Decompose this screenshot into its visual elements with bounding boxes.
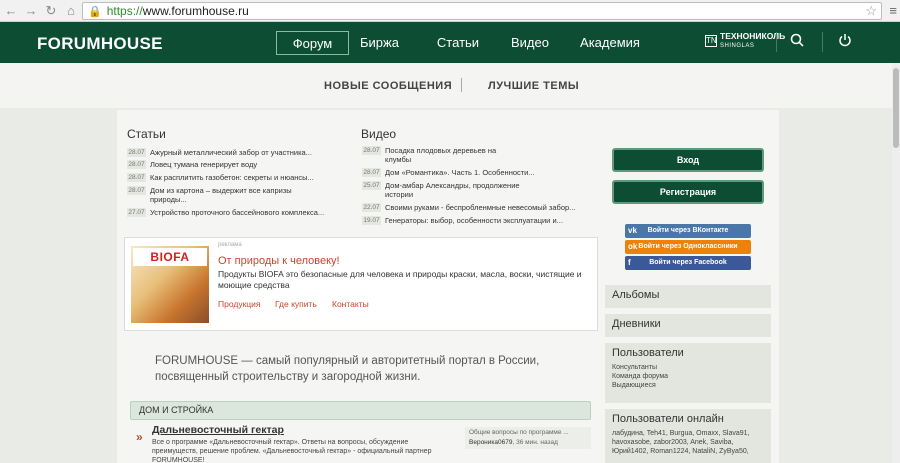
power-icon[interactable]	[838, 33, 852, 50]
register-button[interactable]: Регистрация	[612, 180, 764, 204]
forum-description: Все о программе «Дальневосточный гектар»…	[152, 439, 432, 463]
sidebar-albums[interactable]: Альбомы	[605, 285, 771, 308]
forum-arrow-icon: »	[136, 430, 143, 444]
video-item[interactable]: 28.07 Посадка плодовых деревьев на клумбы	[362, 146, 512, 164]
article-item[interactable]: 27.07 Устройство проточного бассейнового …	[127, 208, 352, 217]
video-item[interactable]: 22.07 Своими руками - беспробленмные неве…	[362, 203, 577, 212]
best-topics-link[interactable]: ЛУЧШИЕ ТЕМЫ	[488, 80, 579, 92]
online-title: Пользователи онлайн	[612, 413, 724, 425]
forum-title[interactable]: Дальневосточный гектар	[152, 424, 284, 436]
article-item[interactable]: 28.07 Как расплитить газобетон: секреты и…	[127, 173, 337, 182]
sidebar-users: Пользователи Консультанты Команда форума…	[605, 343, 771, 403]
lock-icon: 🔒	[88, 5, 102, 18]
home-icon[interactable]: ⌂	[62, 2, 80, 20]
nav-video[interactable]: Видео	[506, 31, 554, 55]
scrollbar-thumb[interactable]	[893, 68, 899, 148]
url-scheme: https://	[106, 4, 143, 18]
biofa-logo: BIOFA	[133, 248, 207, 266]
back-icon[interactable]: ←	[2, 2, 20, 20]
article-item[interactable]: 28.07 Ажурный металлический забор от учас…	[127, 148, 337, 157]
sidebar-diaries[interactable]: Дневники	[605, 314, 771, 337]
portal-intro: FORUMHOUSE — самый популярный и авторите…	[155, 355, 540, 383]
forward-icon[interactable]: →	[22, 2, 40, 20]
address-bar[interactable]: 🔒 https:// www.forumhouse.ru ☆	[82, 2, 882, 20]
bookmark-star-icon[interactable]: ☆	[865, 3, 877, 19]
diaries-link[interactable]: Дневники	[612, 318, 764, 330]
nav-articles[interactable]: Статьи	[432, 31, 484, 55]
online-user-list[interactable]: лабудина, Teh41, Burgua, Omaxx, Slava91,…	[612, 429, 764, 456]
forum-row: » Дальневосточный гектар Все о программе…	[130, 421, 591, 463]
last-time: , 36 мин. назад	[512, 439, 558, 446]
nav-forum[interactable]: Форум	[276, 31, 349, 55]
site-logo[interactable]: FORUMHOUSE	[37, 34, 163, 54]
ok-icon: ok	[628, 242, 638, 251]
subnav: НОВЫЕ СООБЩЕНИЯ ЛУЧШИЕ ТЕМЫ	[0, 63, 892, 108]
browser-menu-icon[interactable]: ≡	[889, 3, 897, 18]
vk-login-button[interactable]: vk Войти через ВКонтакте	[625, 224, 751, 238]
divider	[461, 78, 462, 92]
outstanding-link[interactable]: Выдающиеся	[612, 381, 764, 390]
nav-academy[interactable]: Академия	[578, 31, 642, 55]
users-title[interactable]: Пользователи	[612, 347, 764, 359]
albums-link[interactable]: Альбомы	[612, 289, 764, 301]
team-link[interactable]: Команда форума	[612, 372, 764, 381]
ad-tag: реклама	[218, 242, 242, 248]
url-host: www.forumhouse.ru	[142, 4, 249, 18]
sidebar-online-users: Пользователи онлайн лабудина, Teh41, Bur…	[605, 409, 771, 463]
ad-text: Продукты BIOFA это безопасные для челове…	[218, 269, 582, 290]
articles-heading[interactable]: Статьи	[127, 127, 166, 141]
consultants-link[interactable]: Консультанты	[612, 363, 764, 372]
facebook-login-button[interactable]: f Войти через Facebook	[625, 256, 751, 270]
ad-banner[interactable]: BIOFA реклама От природы к человеку! Про…	[124, 237, 598, 331]
facebook-icon: f	[628, 258, 631, 267]
ad-link-products[interactable]: Продукция	[218, 299, 261, 309]
videos-heading[interactable]: Видео	[361, 127, 396, 141]
category-header[interactable]: ДОМ И СТРОЙКА	[130, 401, 591, 420]
ad-link-contacts[interactable]: Контакты	[332, 299, 369, 309]
new-messages-link[interactable]: НОВЫЕ СООБЩЕНИЯ	[324, 80, 452, 92]
reload-icon[interactable]: ↻	[42, 2, 60, 20]
ad-title[interactable]: От природы к человеку!	[218, 255, 340, 267]
search-icon[interactable]	[790, 33, 804, 50]
article-item[interactable]: 28.07 Ловец тумана генерирует воду	[127, 160, 337, 169]
partner-mark-icon: TN	[705, 35, 717, 47]
site-header: FORUMHOUSE Форум Биржа Статьи Видео Акад…	[0, 22, 900, 63]
nav-exchange[interactable]: Биржа	[357, 31, 402, 55]
login-button[interactable]: Вход	[612, 148, 764, 172]
article-item[interactable]: 28.07 Дом из картона – выдержит все капри…	[127, 186, 327, 204]
vk-icon: vk	[628, 226, 637, 235]
browser-toolbar: ← → ↻ ⌂ 🔒 https:// www.forumhouse.ru ☆ ≡	[0, 0, 900, 22]
divider	[822, 32, 823, 52]
last-user[interactable]: Вероника0679	[469, 439, 512, 446]
divider	[776, 32, 777, 52]
last-topic[interactable]: Общие вопросы по программе ...	[469, 428, 587, 438]
video-item[interactable]: 25.07 Дом-амбар Александры, продолжение и…	[362, 181, 532, 199]
ok-login-button[interactable]: ok Войти через Одноклассники	[625, 240, 751, 254]
forum-last-post[interactable]: Общие вопросы по программе ... Вероника0…	[465, 427, 591, 449]
biofa-product-image[interactable]: BIOFA	[131, 246, 209, 323]
ad-link-where-to-buy[interactable]: Где купить	[275, 299, 317, 309]
partner-logo[interactable]: TN ТЕХНОНИКОЛЬ SHINGLAS	[705, 31, 785, 51]
video-item[interactable]: 28.07 Дом «Романтика». Часть 1. Особеннос…	[362, 168, 562, 177]
video-item[interactable]: 19.07 Генераторы: выбор, особенности эксп…	[362, 216, 567, 225]
